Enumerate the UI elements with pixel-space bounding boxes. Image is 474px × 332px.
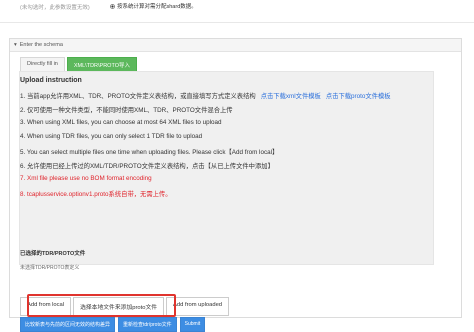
- add-proto-button[interactable]: 选择本地文件来添加proto文件: [73, 297, 165, 316]
- hint-text: (未勾选时，此参数设置无效): [20, 5, 90, 11]
- download-xml-template-link[interactable]: 点击下载xml文件模板: [261, 93, 321, 100]
- instruction-line-3: 3. When using XML files, you can choose …: [20, 119, 222, 126]
- upload-instruction-title: Upload instruction: [20, 77, 82, 84]
- compare-structure-button[interactable]: 比较新表与先前的区间无效的结构差异: [20, 317, 116, 332]
- shard-option-label: 按系统计算对需分配shard数据。: [117, 4, 197, 10]
- instruction-line-7: 7. Xml file please use no BOM format enc…: [20, 175, 152, 182]
- recheck-files-button[interactable]: 重新检查tdr/proto文件: [118, 317, 177, 332]
- caret-down-icon: ▾: [14, 42, 17, 48]
- panel-header[interactable]: ▾ Enter the schema: [10, 39, 461, 52]
- instruction-line-2: 2. 仅可使用一种文件类型，不能同时使用XML、TDR、PROTO文件混合上传: [20, 107, 233, 114]
- schema-panel: ▾ Enter the schema Directly fill in XML\…: [9, 38, 462, 332]
- instruction-line-5: 5. You can select multiple files one tim…: [20, 149, 279, 156]
- add-from-local-button[interactable]: Add from local: [20, 297, 72, 316]
- instruction-text: 1. 当前app允许用XML、TDR、PROTO文件定义表结构，或直接填写方式定…: [20, 93, 256, 100]
- instruction-line-4: 4. When using TDR files, you can only se…: [20, 133, 203, 140]
- upload-buttons: Add from local 选择本地文件来添加proto文件 Add from…: [20, 297, 230, 316]
- instruction-line-6: 6. 允许使用已经上传过的XML/TDR/PROTO文件定义表结构，点击【从已上…: [20, 163, 274, 170]
- shard-option[interactable]: 按系统计算对需分配shard数据。: [110, 2, 197, 10]
- instruction-line-8: 8. tcaplusservice.optionv1.proto系统自带，无需上…: [20, 191, 172, 198]
- top-options-bar: (未勾选时，此参数设置无效) 按系统计算对需分配shard数据。: [0, 0, 474, 23]
- panel-title: Enter the schema: [19, 42, 63, 48]
- radio-icon[interactable]: [110, 3, 115, 9]
- instruction-line-1: 1. 当前app允许用XML、TDR、PROTO文件定义表结构，或直接填写方式定…: [20, 91, 391, 100]
- submit-button[interactable]: Submit: [179, 317, 206, 332]
- download-proto-template-link[interactable]: 点击下载proto文件模板: [326, 93, 391, 100]
- selected-files-title: 已选择的TDR/PROTO文件: [20, 251, 86, 257]
- selected-files-empty: 未选择TDR/PROTO表定义: [20, 265, 80, 271]
- action-buttons: 比较新表与先前的区间无效的结构差异 重新检查tdr/proto文件 Submit: [20, 317, 206, 332]
- add-from-uploaded-button[interactable]: Add from uploaded: [166, 297, 230, 316]
